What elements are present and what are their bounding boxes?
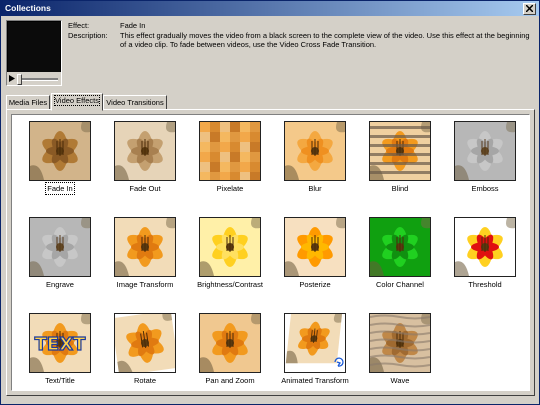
- effect-thumbnail[interactable]: [454, 121, 516, 181]
- effect-thumbnail[interactable]: [114, 217, 176, 277]
- effect-label-text: Engrave: [46, 280, 74, 289]
- collections-window: Collections Effect: Fade In Description:…: [0, 0, 540, 405]
- effect-label-text: Rotate: [133, 376, 157, 385]
- effect-label: Rotate: [100, 376, 190, 385]
- preview-transport: [7, 72, 61, 85]
- effect-label: Color Channel: [355, 280, 445, 289]
- effect-thumbnail[interactable]: [114, 121, 176, 181]
- effect-thumbnail[interactable]: [199, 217, 261, 277]
- effect-label: Posterize: [270, 280, 360, 289]
- title-bar[interactable]: Collections: [1, 1, 539, 16]
- effect-item[interactable]: Threshold: [440, 217, 529, 295]
- effect-label: Blur: [270, 184, 360, 193]
- effect-label-text: Threshold: [468, 280, 502, 289]
- close-icon: [526, 5, 533, 12]
- effect-value: Fade In: [120, 21, 146, 30]
- effect-item[interactable]: Pixelate: [185, 121, 275, 199]
- effect-item[interactable]: Image Transform: [100, 217, 190, 295]
- effect-item[interactable]: Fade Out: [100, 121, 190, 199]
- tab-label: Media Files: [8, 98, 48, 107]
- effect-label-text: Color Channel: [376, 280, 424, 289]
- tab-label: Video Transitions: [106, 98, 164, 107]
- effect-thumbnail[interactable]: [369, 121, 431, 181]
- effect-item[interactable]: Rotate: [100, 313, 190, 390]
- effect-label-text: Brightness/Contrast: [197, 280, 263, 289]
- close-button[interactable]: [523, 3, 536, 15]
- effect-label-text: Animated Transform: [281, 376, 349, 385]
- window-title: Collections: [5, 3, 51, 13]
- effect-item[interactable]: Fade In: [15, 121, 105, 199]
- effect-item[interactable]: Animated Transform: [270, 313, 360, 390]
- effect-label: Wave: [355, 376, 445, 385]
- effect-label-text: Emboss: [471, 184, 499, 193]
- effect-item[interactable]: Emboss: [440, 121, 529, 199]
- effect-label: Brightness/Contrast: [185, 280, 275, 289]
- effect-label-text: Fade Out: [129, 184, 161, 193]
- effect-thumbnail[interactable]: [284, 217, 346, 277]
- effect-label-text: Pixelate: [216, 184, 244, 193]
- effect-thumbnail[interactable]: [454, 217, 516, 277]
- effect-thumbnail[interactable]: [114, 313, 176, 373]
- effect-label: Engrave: [15, 280, 105, 289]
- effect-thumbnail[interactable]: [369, 217, 431, 277]
- play-icon[interactable]: [8, 74, 16, 83]
- effect-label: Fade Out: [100, 184, 190, 193]
- effect-item[interactable]: Wave: [355, 313, 445, 390]
- effect-label: Image Transform: [100, 280, 190, 289]
- effect-item[interactable]: Pan and Zoom: [185, 313, 275, 390]
- effect-thumbnail[interactable]: [199, 121, 261, 181]
- effect-label-text: Posterize: [299, 280, 331, 289]
- effect-label-text: Text/Title: [45, 376, 75, 385]
- preview-screen: [8, 22, 60, 72]
- effect-label: Threshold: [440, 280, 529, 289]
- effect-item[interactable]: Posterize: [270, 217, 360, 295]
- effect-label: Blind: [355, 184, 445, 193]
- effect-item[interactable]: Engrave: [15, 217, 105, 295]
- tab-video-effects[interactable]: Video Effects: [51, 93, 103, 111]
- effect-label-text: Pan and Zoom: [205, 376, 255, 385]
- effect-label-text: Blind: [391, 184, 409, 193]
- effect-label: Fade In: [15, 182, 105, 195]
- preview-seek-thumb[interactable]: [17, 74, 22, 85]
- effect-item[interactable]: Color Channel: [355, 217, 445, 295]
- effect-item[interactable]: TEXT Text/Title: [15, 313, 105, 390]
- effect-thumbnail[interactable]: [369, 313, 431, 373]
- description-value: This effect gradually moves the video fr…: [120, 31, 530, 49]
- effect-label-text: Fade In: [45, 182, 75, 195]
- effect-thumbnail[interactable]: [284, 313, 346, 373]
- effect-thumbnail[interactable]: [199, 313, 261, 373]
- effect-label: Animated Transform: [270, 376, 360, 385]
- effect-item[interactable]: Blur: [270, 121, 360, 199]
- effect-label-text: Image Transform: [116, 280, 174, 289]
- effect-label: Emboss: [440, 184, 529, 193]
- tab-panel: Fade In Fade Out Pixelate Blur Blind Emb…: [6, 109, 535, 396]
- effect-item[interactable]: Brightness/Contrast: [185, 217, 275, 295]
- preview-player: [6, 20, 62, 86]
- tab-label: Video Effects: [54, 95, 100, 106]
- preview-seek-track[interactable]: [18, 78, 58, 81]
- effect-thumbnail[interactable]: [284, 121, 346, 181]
- effects-grid: Fade In Fade Out Pixelate Blur Blind Emb…: [11, 114, 530, 391]
- effect-thumbnail[interactable]: TEXT: [29, 313, 91, 373]
- effect-label: Pan and Zoom: [185, 376, 275, 385]
- description-label: Description:: [68, 31, 108, 40]
- effect-label: Text/Title: [15, 376, 105, 385]
- effect-thumbnail[interactable]: [29, 217, 91, 277]
- effect-label: Effect:: [68, 21, 90, 30]
- effect-label: Pixelate: [185, 184, 275, 193]
- effect-item[interactable]: Blind: [355, 121, 445, 199]
- effect-label-text: Wave: [390, 376, 410, 385]
- effect-thumbnail[interactable]: [29, 121, 91, 181]
- svg-text:TEXT: TEXT: [35, 334, 86, 355]
- effect-label-text: Blur: [308, 184, 322, 193]
